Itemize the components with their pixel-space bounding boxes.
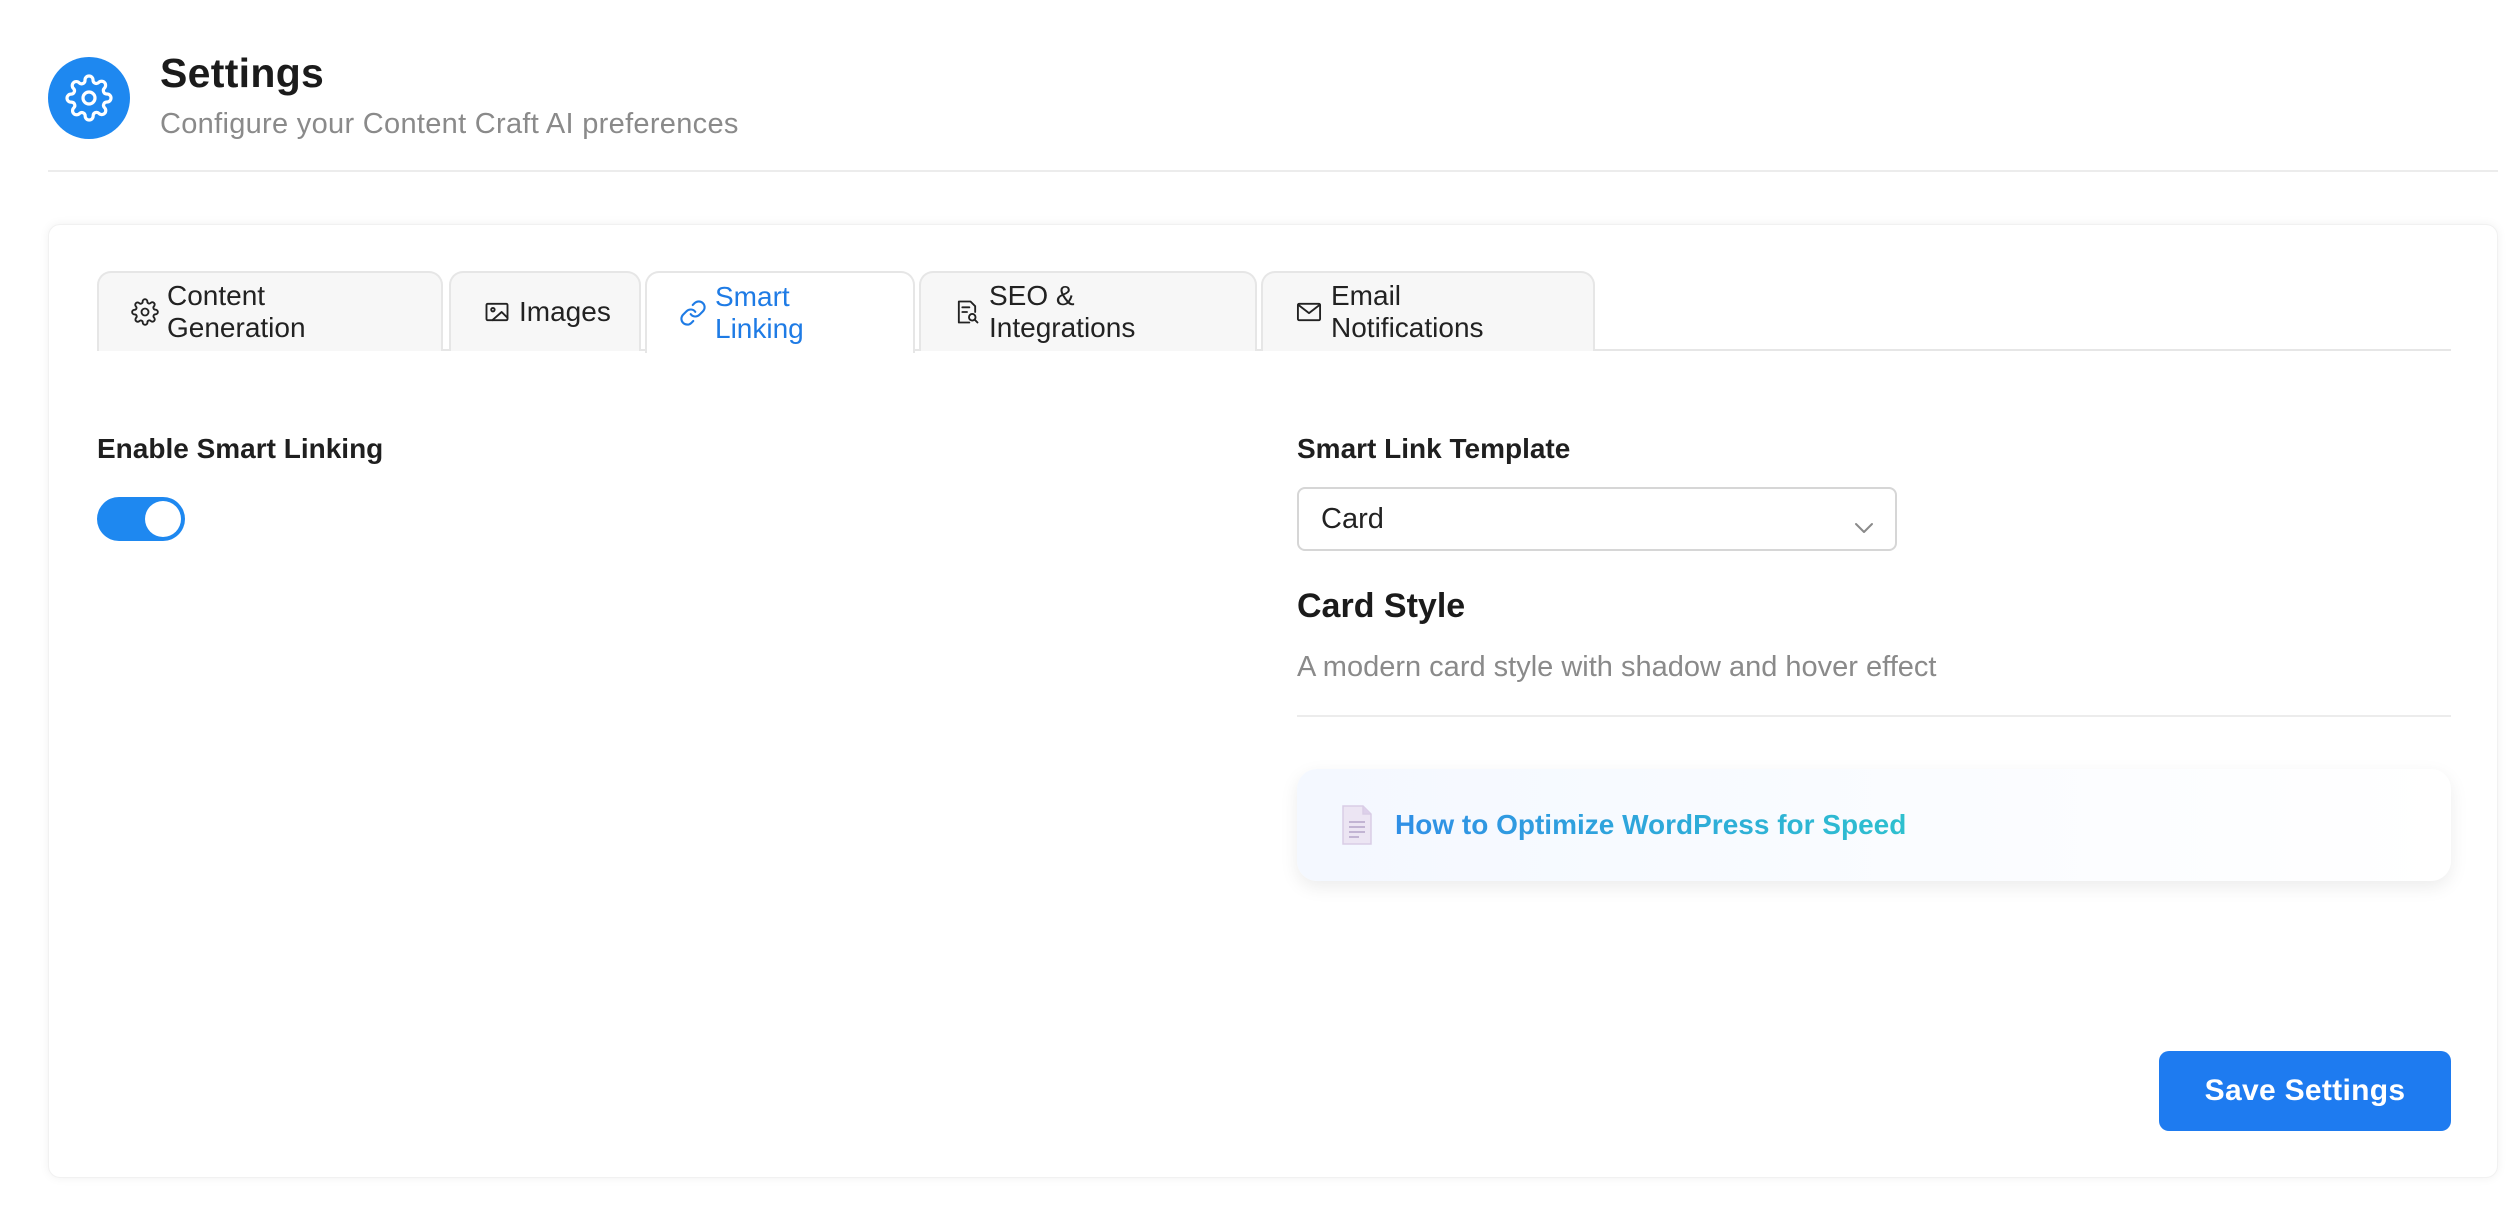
tab-content-generation[interactable]: Content Generation: [97, 271, 443, 351]
enable-smart-linking-toggle[interactable]: [97, 497, 185, 541]
page-title: Settings: [160, 50, 325, 96]
card-style-title: Card Style: [1297, 587, 1466, 625]
page-header: Settings Configure your Content Craft AI…: [48, 40, 2498, 172]
enable-smart-linking-label: Enable Smart Linking: [97, 433, 384, 464]
settings-page: Settings Configure your Content Craft AI…: [0, 0, 2514, 1226]
search-document-icon: [953, 298, 981, 326]
tab-email-notifications[interactable]: Email Notifications: [1261, 271, 1595, 351]
save-settings-button[interactable]: Save Settings: [2159, 1051, 2451, 1131]
smart-link-template-label: Smart Link Template: [1297, 433, 1571, 464]
tab-smart-linking[interactable]: Smart Linking: [645, 271, 915, 353]
tab-seo-integrations[interactable]: SEO & Integrations: [919, 271, 1257, 351]
gear-icon: [131, 298, 159, 326]
settings-gear-icon: [48, 57, 130, 139]
tab-label: Images: [519, 296, 611, 327]
image-icon: [483, 298, 511, 326]
smart-link-template-select[interactable]: Card: [1297, 487, 1897, 551]
smart-link-preview-card[interactable]: How to Optimize WordPress for Speed: [1297, 769, 2451, 881]
settings-tabs: Content Generation Images Smart Linking …: [97, 271, 2451, 353]
preview-link[interactable]: How to Optimize WordPress for Speed: [1395, 809, 1906, 841]
chevron-down-icon: [1853, 511, 1875, 533]
tab-images[interactable]: Images: [449, 271, 641, 351]
mail-icon: [1295, 298, 1323, 326]
settings-panel: Content Generation Images Smart Linking …: [48, 224, 2498, 1178]
divider: [1297, 715, 2451, 717]
card-style-description: A modern card style with shadow and hove…: [1297, 651, 1937, 683]
tab-label: Email Notifications: [1331, 280, 1484, 343]
tab-label: SEO & Integrations: [989, 280, 1136, 343]
tab-label: Content Generation: [167, 280, 306, 343]
select-value: Card: [1321, 502, 1384, 535]
toggle-knob: [145, 501, 181, 537]
document-icon: [1339, 804, 1375, 846]
link-icon: [679, 299, 707, 327]
tab-label: Smart Linking: [715, 281, 804, 344]
page-subtitle: Configure your Content Craft AI preferen…: [160, 108, 739, 140]
